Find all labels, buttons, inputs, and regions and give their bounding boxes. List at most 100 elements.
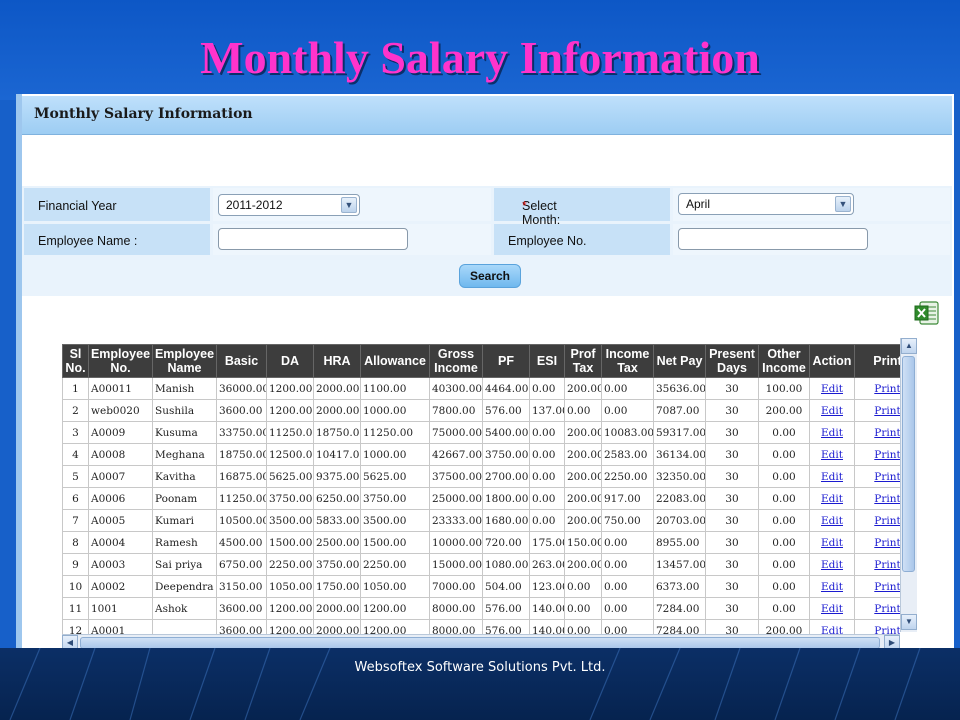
table-cell: Print bbox=[854, 553, 900, 576]
table-cell: 30 bbox=[705, 509, 759, 532]
financial-year-select[interactable]: 2011-2012 ▼ bbox=[218, 194, 360, 216]
chevron-down-icon[interactable]: ▼ bbox=[835, 196, 851, 212]
edit-link[interactable]: Edit bbox=[821, 559, 843, 571]
table-cell: 18750.00 bbox=[216, 443, 267, 466]
table-cell: 0.00 bbox=[758, 465, 810, 488]
print-link[interactable]: Print bbox=[874, 405, 900, 417]
table-cell: 0.00 bbox=[529, 421, 565, 444]
table-cell: 200.00 bbox=[564, 487, 602, 510]
table-row: 2 web0020 Sushila 3600.00 1200.00 2000.00 1000… bbox=[62, 399, 900, 422]
print-link[interactable]: Print bbox=[874, 537, 900, 549]
table-cell: 1080.00 bbox=[482, 553, 530, 576]
print-link[interactable]: Print bbox=[874, 471, 900, 483]
column-header: Print bbox=[854, 344, 900, 378]
table-row: 9 A0003 Sai priya 6750.00 2250.00 3750.00 2250… bbox=[62, 553, 900, 576]
print-link[interactable]: Print bbox=[874, 427, 900, 439]
table-cell: 576.00 bbox=[482, 399, 530, 422]
vertical-scroll-thumb[interactable] bbox=[902, 356, 915, 572]
scroll-up-icon[interactable]: ▲ bbox=[901, 338, 917, 354]
table-row: 4A0008Meghana18750.0012500.0010417.00100… bbox=[62, 443, 900, 466]
table-body: 1 A00011 Manish 36000.00 1200.00 2000.00 1100.… bbox=[62, 377, 900, 635]
edit-link[interactable]: Edit bbox=[821, 537, 843, 549]
table-cell: 1800.00 bbox=[482, 487, 530, 510]
print-link[interactable]: Print bbox=[874, 581, 900, 593]
table-cell: 200.00 bbox=[564, 443, 602, 466]
search-form: Financial Year 2011-2012 ▼ Select Month:… bbox=[22, 186, 952, 296]
table-cell: 3600.00 bbox=[216, 619, 267, 634]
table-cell: 200.00 bbox=[564, 421, 602, 444]
edit-link[interactable]: Edit bbox=[821, 383, 843, 395]
chevron-down-icon[interactable]: ▼ bbox=[341, 197, 357, 213]
table-cell: 140.00 bbox=[529, 597, 565, 620]
print-link[interactable]: Print bbox=[874, 493, 900, 505]
salary-grid[interactable]: Sl No. Employee No. Employee Name Basic DA HR… bbox=[62, 344, 900, 634]
table-cell: Print bbox=[854, 487, 900, 510]
print-link[interactable]: Print bbox=[874, 625, 900, 635]
scroll-down-icon[interactable]: ▼ bbox=[901, 614, 917, 630]
table-cell: 2583.00 bbox=[601, 443, 654, 466]
edit-link[interactable]: Edit bbox=[821, 449, 843, 461]
edit-link[interactable]: Edit bbox=[821, 625, 843, 635]
table-cell: 1200.00 bbox=[266, 377, 314, 400]
table-cell: 1 bbox=[62, 377, 89, 400]
table-cell: 0.00 bbox=[601, 377, 654, 400]
required-mark: * bbox=[522, 199, 527, 213]
footer-company: Websoftex Software Solutions Pvt. Ltd. bbox=[354, 660, 606, 675]
table-cell: 12500.00 bbox=[266, 443, 314, 466]
column-header: Income Tax bbox=[601, 344, 654, 378]
salary-table: Sl No. Employee No. Employee Name Basic DA HR… bbox=[62, 344, 900, 634]
table-cell: 7 bbox=[62, 509, 89, 532]
vertical-scrollbar[interactable]: ▲ ▼ bbox=[900, 338, 917, 632]
print-link[interactable]: Print bbox=[874, 515, 900, 527]
table-cell: Print bbox=[854, 399, 900, 422]
search-button[interactable]: Search bbox=[459, 264, 521, 288]
table-cell: 2250.00 bbox=[266, 553, 314, 576]
table-cell: Meghana bbox=[152, 443, 217, 466]
table-cell: 3150.00 bbox=[216, 575, 267, 598]
edit-link[interactable]: Edit bbox=[821, 427, 843, 439]
column-header: Other Income bbox=[758, 344, 810, 378]
table-cell: 30 bbox=[705, 619, 759, 634]
table-cell: 0.00 bbox=[758, 531, 810, 554]
table-cell: Manish bbox=[152, 377, 217, 400]
edit-link[interactable]: Edit bbox=[821, 515, 843, 527]
edit-link[interactable]: Edit bbox=[821, 581, 843, 593]
print-link[interactable]: Print bbox=[874, 383, 900, 395]
print-link[interactable]: Print bbox=[874, 603, 900, 615]
month-select[interactable]: April ▼ bbox=[678, 193, 854, 215]
table-cell: 0.00 bbox=[529, 465, 565, 488]
edit-link[interactable]: Edit bbox=[821, 471, 843, 483]
table-cell: Sai priya bbox=[152, 553, 217, 576]
excel-export-icon[interactable] bbox=[914, 300, 940, 326]
table-cell: Print bbox=[854, 443, 900, 466]
column-header: PF bbox=[482, 344, 530, 378]
table-cell: Print bbox=[854, 421, 900, 444]
employee-no-input[interactable] bbox=[678, 228, 868, 250]
table-cell: 3750.00 bbox=[266, 487, 314, 510]
table-cell: 0.00 bbox=[601, 399, 654, 422]
employee-name-input[interactable] bbox=[218, 228, 408, 250]
table-cell: 3500.00 bbox=[266, 509, 314, 532]
table-cell: A0009 bbox=[88, 421, 153, 444]
table-cell: 1680.00 bbox=[482, 509, 530, 532]
edit-link[interactable]: Edit bbox=[821, 405, 843, 417]
table-cell: 150.00 bbox=[564, 531, 602, 554]
table-cell: Print bbox=[854, 597, 900, 620]
table-cell: Kumari bbox=[152, 509, 217, 532]
table-cell: 6250.00 bbox=[313, 487, 361, 510]
table-cell: 11250.00 bbox=[360, 421, 430, 444]
edit-link[interactable]: Edit bbox=[821, 493, 843, 505]
table-cell: A0002 bbox=[88, 575, 153, 598]
app-screenshot: Monthly Salary Information Financial Yea… bbox=[16, 94, 954, 650]
table-cell: 200.00 bbox=[758, 399, 810, 422]
table-cell: 8955.00 bbox=[653, 531, 706, 554]
table-cell: 1200.00 bbox=[266, 597, 314, 620]
table-cell: 1200.00 bbox=[266, 619, 314, 634]
print-link[interactable]: Print bbox=[874, 449, 900, 461]
table-cell: 25000.00 bbox=[429, 487, 483, 510]
table-cell: 200.00 bbox=[758, 619, 810, 634]
print-link[interactable]: Print bbox=[874, 559, 900, 571]
edit-link[interactable]: Edit bbox=[821, 603, 843, 615]
table-cell: 30 bbox=[705, 399, 759, 422]
table-cell: 0.00 bbox=[564, 597, 602, 620]
